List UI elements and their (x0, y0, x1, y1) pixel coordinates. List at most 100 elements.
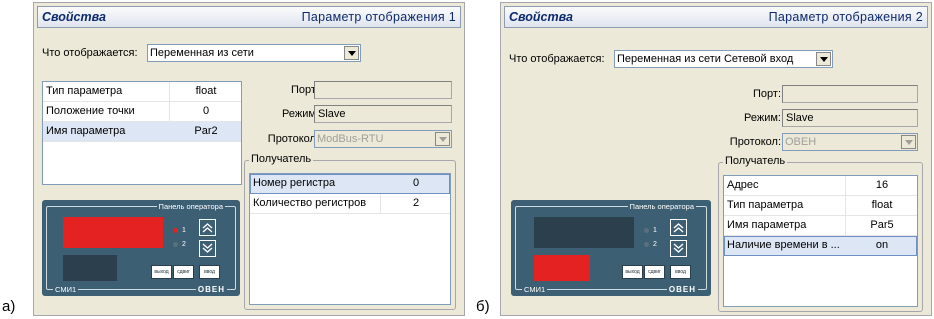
device-model: СМИ1 (522, 284, 548, 295)
receiver-table: Адрес 16 Тип параметра float Имя парамет… (723, 175, 918, 307)
mode-field[interactable]: Slave (782, 109, 918, 127)
display-source-label: Что отображается: (509, 53, 605, 65)
receiver-param-name: Тип параметра (727, 199, 804, 211)
mode-field[interactable]: Slave (314, 105, 452, 123)
display-line-1 (63, 217, 163, 248)
figure-label-b: б) (476, 298, 490, 315)
receiver-group-title: Получатель (249, 153, 314, 165)
led-2-label: 2 (653, 241, 657, 248)
panel-title: Свойства (509, 10, 573, 24)
table-row-selected[interactable]: Имя параметра Par2 (43, 122, 241, 142)
device-model: СМИ1 (53, 284, 79, 295)
shift-button[interactable]: сдвиг (644, 265, 665, 279)
led-1-label: 1 (653, 227, 657, 234)
receiver-param-name: Количество регистров (253, 197, 367, 209)
chevron-down-icon[interactable] (816, 52, 831, 66)
table-row[interactable]: Тип параметра float (43, 82, 241, 102)
panel-title: Свойства (42, 10, 106, 24)
receiver-param-value: Par5 (870, 219, 894, 231)
operator-panel-device: Панель оператора СМИ1 ОВЕН 1 2 выход сдв… (42, 200, 240, 296)
led-1-indicator (644, 228, 649, 233)
protocol-value: ModBus-RTU (317, 133, 384, 145)
chevrons-down-icon (673, 243, 684, 253)
chevron-down-icon[interactable] (435, 132, 450, 146)
protocol-label: Протокол: (267, 133, 319, 145)
chevrons-up-icon (673, 223, 684, 233)
panel-title-bar: Свойства Параметр отображения 2 (504, 6, 928, 28)
shift-button[interactable]: сдвиг (173, 265, 194, 279)
receiver-param-value: 0 (412, 177, 420, 189)
receiver-param-name: Адрес (727, 179, 759, 191)
panel-subtitle: Параметр отображения 2 (768, 10, 923, 24)
param-name: Тип параметра (46, 85, 123, 97)
mode-label: Режим: (744, 112, 781, 124)
device-title: Панель оператора (627, 201, 696, 212)
receiver-group: Получатель Номер регистра 0 Количество р… (244, 153, 456, 310)
chevron-down-icon[interactable] (344, 46, 359, 60)
up-arrow-button[interactable] (199, 219, 216, 236)
device-logo: ОВЕН (195, 284, 227, 295)
receiver-group: Получатель Адрес 16 Тип параметра float … (718, 155, 923, 312)
param-value: float (195, 85, 217, 97)
table-row-selected[interactable]: Номер регистра 0 (250, 174, 450, 194)
display-line-1 (534, 217, 634, 248)
chevrons-down-icon (202, 243, 213, 253)
led-2-indicator (644, 242, 649, 247)
display-source-select[interactable]: Переменная из сети Сетевой вход (614, 50, 833, 68)
led-2-label: 2 (182, 241, 186, 248)
protocol-select[interactable]: ModBus-RTU (314, 130, 452, 148)
param-name: Имя параметра (46, 125, 126, 137)
display-source-value: Переменная из сети (150, 47, 254, 59)
receiver-param-name: Номер регистра (253, 177, 336, 189)
panel-title-bar: Свойства Параметр отображения 1 (37, 6, 461, 28)
panel-subtitle: Параметр отображения 1 (301, 10, 456, 24)
device-logo: ОВЕН (666, 284, 698, 295)
receiver-table: Номер регистра 0 Количество регистров 2 (249, 173, 451, 305)
display-line-2 (534, 255, 590, 281)
param-name: Положение точки (46, 105, 135, 117)
figure-label-a: а) (2, 298, 16, 315)
properties-panel-b: Свойства Параметр отображения 2 Что отоб… (500, 2, 932, 316)
chevron-down-icon[interactable] (901, 135, 916, 149)
receiver-param-value: on (875, 239, 889, 251)
protocol-select[interactable]: ОВЕН (782, 133, 918, 151)
table-row-selected[interactable]: Наличие времени в ... on (724, 236, 917, 256)
port-field[interactable] (314, 81, 452, 99)
table-row[interactable]: Имя параметра Par5 (724, 216, 917, 236)
display-source-value: Переменная из сети Сетевой вход (617, 53, 794, 65)
display-source-select[interactable]: Переменная из сети (147, 44, 361, 62)
enter-button[interactable]: ввод (670, 265, 691, 279)
port-label: Порт: (753, 88, 781, 100)
enter-button[interactable]: ввод (199, 265, 220, 279)
up-arrow-button[interactable] (670, 219, 687, 236)
receiver-param-value: float (871, 199, 893, 211)
properties-panel-a: Свойства Параметр отображения 1 Что отоб… (33, 2, 465, 316)
led-1-indicator (173, 228, 178, 233)
receiver-group-title: Получатель (723, 155, 788, 167)
display-line-2 (63, 255, 117, 281)
chevrons-up-icon (202, 223, 213, 233)
param-value: 0 (202, 105, 210, 117)
receiver-param-name: Наличие времени в ... (727, 239, 840, 251)
port-field[interactable] (782, 85, 918, 103)
table-row[interactable]: Положение точки 0 (43, 102, 241, 122)
table-row[interactable]: Количество регистров 2 (250, 194, 450, 214)
down-arrow-button[interactable] (670, 240, 687, 257)
exit-button[interactable]: выход (151, 265, 172, 279)
receiver-param-name: Имя параметра (727, 219, 807, 231)
led-2-indicator (173, 242, 178, 247)
device-title: Панель оператора (156, 201, 225, 212)
receiver-param-value: 16 (875, 179, 889, 191)
parameters-table: Тип параметра float Положение точки 0 Им… (42, 81, 242, 185)
down-arrow-button[interactable] (199, 240, 216, 257)
table-row[interactable]: Тип параметра float (724, 196, 917, 216)
param-value: Par2 (194, 125, 218, 137)
led-1-label: 1 (182, 227, 186, 234)
exit-button[interactable]: выход (622, 265, 643, 279)
protocol-label: Протокол: (729, 136, 781, 148)
receiver-param-value: 2 (412, 197, 420, 209)
display-source-label: Что отображается: (42, 47, 138, 59)
protocol-value: ОВЕН (785, 136, 817, 148)
table-row[interactable]: Адрес 16 (724, 176, 917, 196)
operator-panel-device: Панель оператора СМИ1 ОВЕН 1 2 выход сдв… (511, 200, 711, 296)
